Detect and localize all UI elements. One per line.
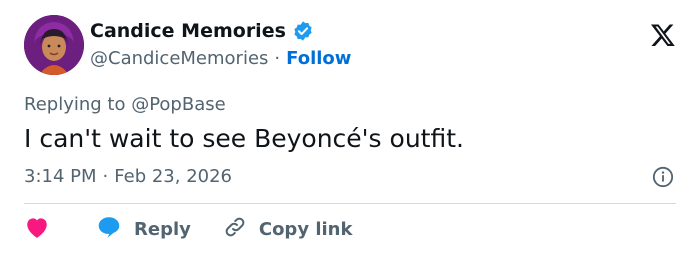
follow-button[interactable]: Follow — [286, 48, 351, 69]
replying-to-label[interactable]: Replying to @PopBase — [24, 94, 226, 115]
link-icon — [223, 215, 247, 243]
tweet-text: I can't wait to see Beyoncé's outfit. — [24, 124, 464, 153]
author-name-row: Candice Memories — [90, 20, 314, 42]
verified-badge-icon — [292, 20, 314, 42]
like-button[interactable] — [24, 215, 50, 243]
heart-icon — [24, 215, 50, 243]
author-handle-row: @CandiceMemories · Follow — [90, 48, 351, 69]
reply-button[interactable]: Reply — [96, 215, 191, 243]
x-logo-icon[interactable] — [650, 22, 676, 48]
copy-link-label: Copy link — [258, 218, 353, 240]
author-handle[interactable]: @CandiceMemories — [90, 48, 268, 69]
copy-link-button[interactable]: Copy link — [223, 215, 353, 243]
handle-separator: · — [274, 48, 281, 69]
divider — [24, 203, 676, 204]
speech-bubble-icon — [96, 215, 122, 243]
avatar[interactable] — [24, 15, 84, 75]
info-icon[interactable] — [652, 166, 674, 188]
tweet-time: 3:14 PM — [24, 166, 97, 187]
tweet-date: Feb 23, 2026 — [114, 166, 233, 187]
timestamp-separator: · — [102, 166, 109, 187]
author-display-name[interactable]: Candice Memories — [90, 20, 286, 42]
tweet-timestamp[interactable]: 3:14 PM · Feb 23, 2026 — [24, 166, 232, 187]
tweet-actions: Reply Copy link — [24, 215, 352, 243]
reply-label: Reply — [134, 218, 191, 240]
